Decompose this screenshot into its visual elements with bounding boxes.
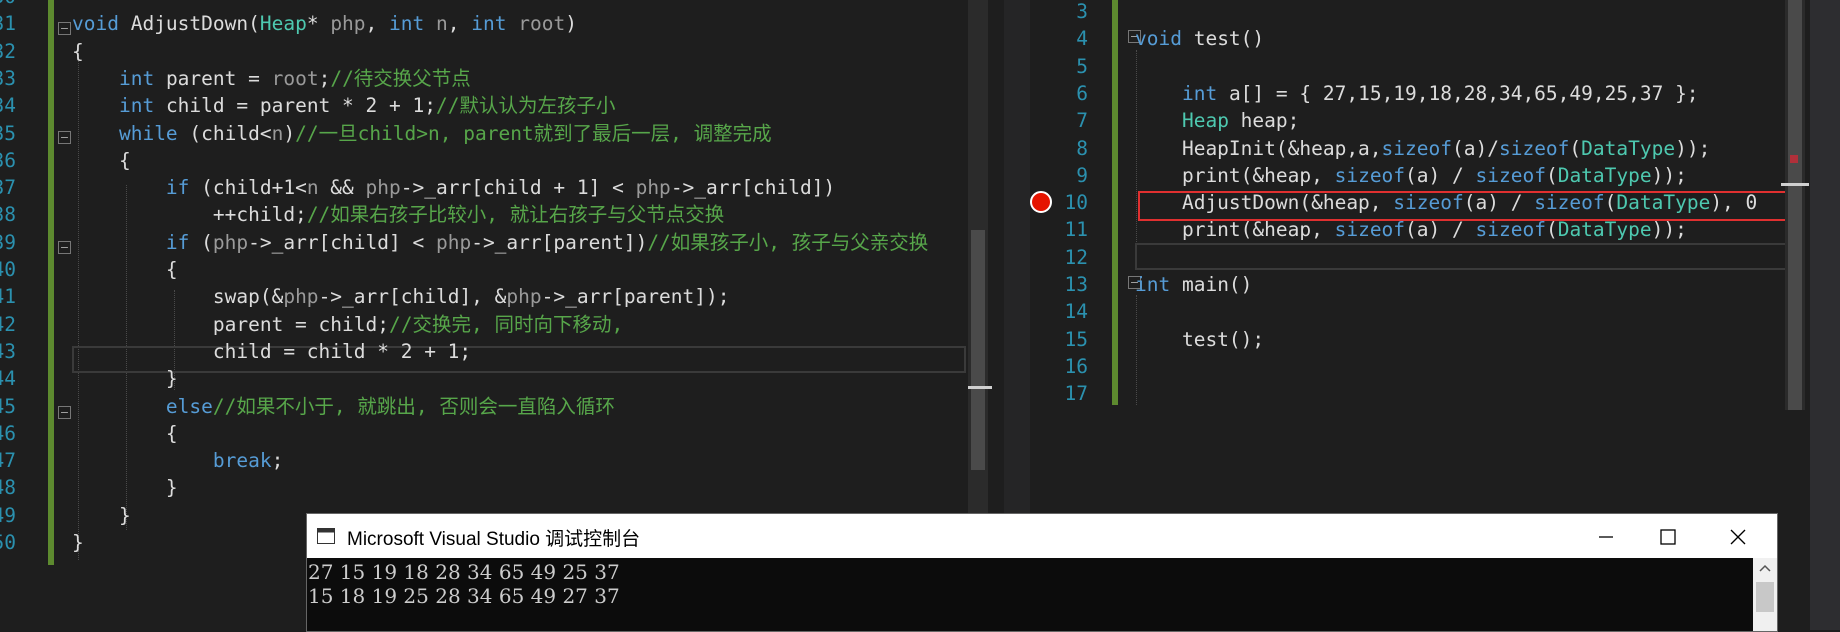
fold-icon[interactable]: −	[58, 22, 71, 35]
line-number: 38	[0, 203, 16, 227]
line-number: 50	[0, 531, 16, 554]
console-scrollbar-thumb[interactable]	[1756, 582, 1774, 612]
line-number: 49	[0, 503, 16, 527]
line-number: 44	[0, 367, 16, 391]
code-text[interactable]: {	[72, 147, 131, 174]
line-number: 3	[1076, 0, 1088, 23]
left-scrollbar-thumb[interactable]	[971, 230, 985, 470]
console-scrollbar[interactable]	[1753, 558, 1777, 631]
line-number: 36	[0, 148, 16, 172]
line-number: 14	[1064, 300, 1088, 324]
line-number: 41	[0, 285, 16, 309]
code-text[interactable]: }	[72, 502, 131, 529]
line-number: 16	[1064, 354, 1088, 378]
code-text[interactable]: Heap heap;	[1135, 107, 1299, 134]
line-number: 47	[0, 449, 16, 473]
line-number: 5	[1076, 54, 1088, 78]
code-text[interactable]: AdjustDown(&heap, sizeof(a) / sizeof(Dat…	[1135, 189, 1757, 216]
code-text[interactable]: if (child+1<n && php->_arr[child + 1] < …	[72, 174, 835, 201]
change-indicator-bar	[1112, 0, 1118, 405]
code-text[interactable]: HeapInit(&heap,a,sizeof(a)/sizeof(DataTy…	[1135, 135, 1710, 162]
line-number: 39	[0, 230, 16, 254]
error-marker	[1790, 155, 1798, 163]
code-text[interactable]: }	[72, 529, 84, 556]
line-number: 35	[0, 121, 16, 145]
scroll-position-marker	[968, 386, 992, 389]
code-text[interactable]: break;	[72, 447, 283, 474]
code-text[interactable]: {	[72, 420, 178, 447]
code-text[interactable]: }	[72, 365, 178, 392]
right-scrollbar-thumb[interactable]	[1788, 0, 1802, 410]
code-text[interactable]: print(&heap, sizeof(a) / sizeof(DataType…	[1135, 216, 1687, 243]
maximize-icon[interactable]	[1659, 528, 1677, 546]
change-indicator-bar	[48, 0, 54, 565]
code-text[interactable]: print(&heap, sizeof(a) / sizeof(DataType…	[1135, 162, 1687, 189]
debug-console-window[interactable]: Microsoft Visual Studio 调试控制台 27 15 19 1…	[306, 513, 1778, 632]
code-text[interactable]: swap(&php->_arr[child], &php->_arr[paren…	[72, 283, 730, 310]
code-text[interactable]: int main()	[1135, 271, 1252, 298]
code-text[interactable]: if (php->_arr[child] < php->_arr[parent]…	[72, 229, 928, 256]
line-number: 6	[1076, 81, 1088, 105]
close-icon[interactable]	[1729, 528, 1747, 546]
line-number: 11	[1064, 218, 1088, 242]
line-number: 42	[0, 312, 16, 336]
minimize-icon[interactable]	[1597, 528, 1615, 546]
console-title: Microsoft Visual Studio 调试控制台	[347, 529, 641, 550]
line-number: 48	[0, 476, 16, 500]
fold-icon[interactable]: −	[58, 406, 71, 419]
line-number: 10	[1064, 191, 1088, 215]
console-app-icon	[317, 528, 335, 544]
left-vertical-scrollbar[interactable]	[968, 0, 992, 515]
console-output-line: 15 18 19 25 28 34 65 49 27 37	[308, 584, 620, 608]
line-number: 46	[0, 421, 16, 445]
line-number: 34	[0, 94, 16, 118]
current-line-highlight	[1135, 243, 1799, 270]
console-output-area[interactable]: 27 15 19 18 28 34 65 49 25 37 15 18 19 2…	[307, 558, 1753, 631]
code-text[interactable]: while (child<n)//一旦child>n, parent就到了最后一…	[72, 120, 772, 147]
console-output-line: 27 15 19 18 28 34 65 49 25 37	[308, 560, 620, 584]
line-number: 40	[0, 258, 16, 281]
line-number: 15	[1064, 327, 1088, 351]
code-text[interactable]: void test()	[1135, 25, 1264, 52]
code-text[interactable]: void AdjustDown(Heap* php, int n, int ro…	[72, 10, 577, 37]
code-text[interactable]: {	[72, 38, 84, 65]
code-text[interactable]: int parent = root;//待交换父节点	[72, 65, 471, 92]
scroll-position-marker	[1781, 183, 1809, 186]
line-number: 30	[0, 0, 16, 10]
code-text[interactable]: {	[72, 256, 178, 283]
line-number: 37	[0, 176, 16, 200]
code-text[interactable]: test();	[1135, 326, 1264, 353]
code-text[interactable]: else//如果不小于, 就跳出, 否则会一直陷入循环	[72, 393, 615, 420]
code-text[interactable]: }	[72, 474, 178, 501]
line-number: 32	[0, 39, 16, 63]
fold-icon[interactable]: −	[58, 131, 71, 144]
line-number: 12	[1064, 245, 1088, 269]
fold-icon[interactable]: −	[58, 241, 71, 254]
code-text[interactable]: ++child;//如果右孩子比较小, 就让右孩子与父节点交换	[72, 201, 724, 228]
code-text[interactable]: child = child * 2 + 1;	[72, 338, 471, 365]
line-number: 17	[1064, 382, 1088, 406]
right-vertical-scrollbar[interactable]	[1781, 0, 1809, 410]
line-number: 43	[0, 339, 16, 363]
line-number: 7	[1076, 109, 1088, 133]
code-text[interactable]: int child = parent * 2 + 1;//默认认为左孩子小	[72, 92, 615, 119]
line-number: 45	[0, 394, 16, 418]
line-number: 33	[0, 66, 16, 90]
right-margin-strip	[1810, 0, 1840, 630]
code-text[interactable]: parent = child;//交换完, 同时向下移动,	[72, 311, 623, 338]
line-number: 13	[1064, 273, 1088, 296]
console-title-bar[interactable]: Microsoft Visual Studio 调试控制台	[307, 514, 1777, 558]
line-number: 31	[0, 12, 16, 36]
line-number: 8	[1076, 136, 1088, 160]
code-text[interactable]: int a[] = { 27,15,19,18,28,34,65,49,25,3…	[1135, 80, 1699, 107]
scroll-up-icon[interactable]	[1759, 564, 1771, 572]
line-number: 9	[1076, 163, 1088, 187]
line-number: 4	[1076, 27, 1088, 51]
